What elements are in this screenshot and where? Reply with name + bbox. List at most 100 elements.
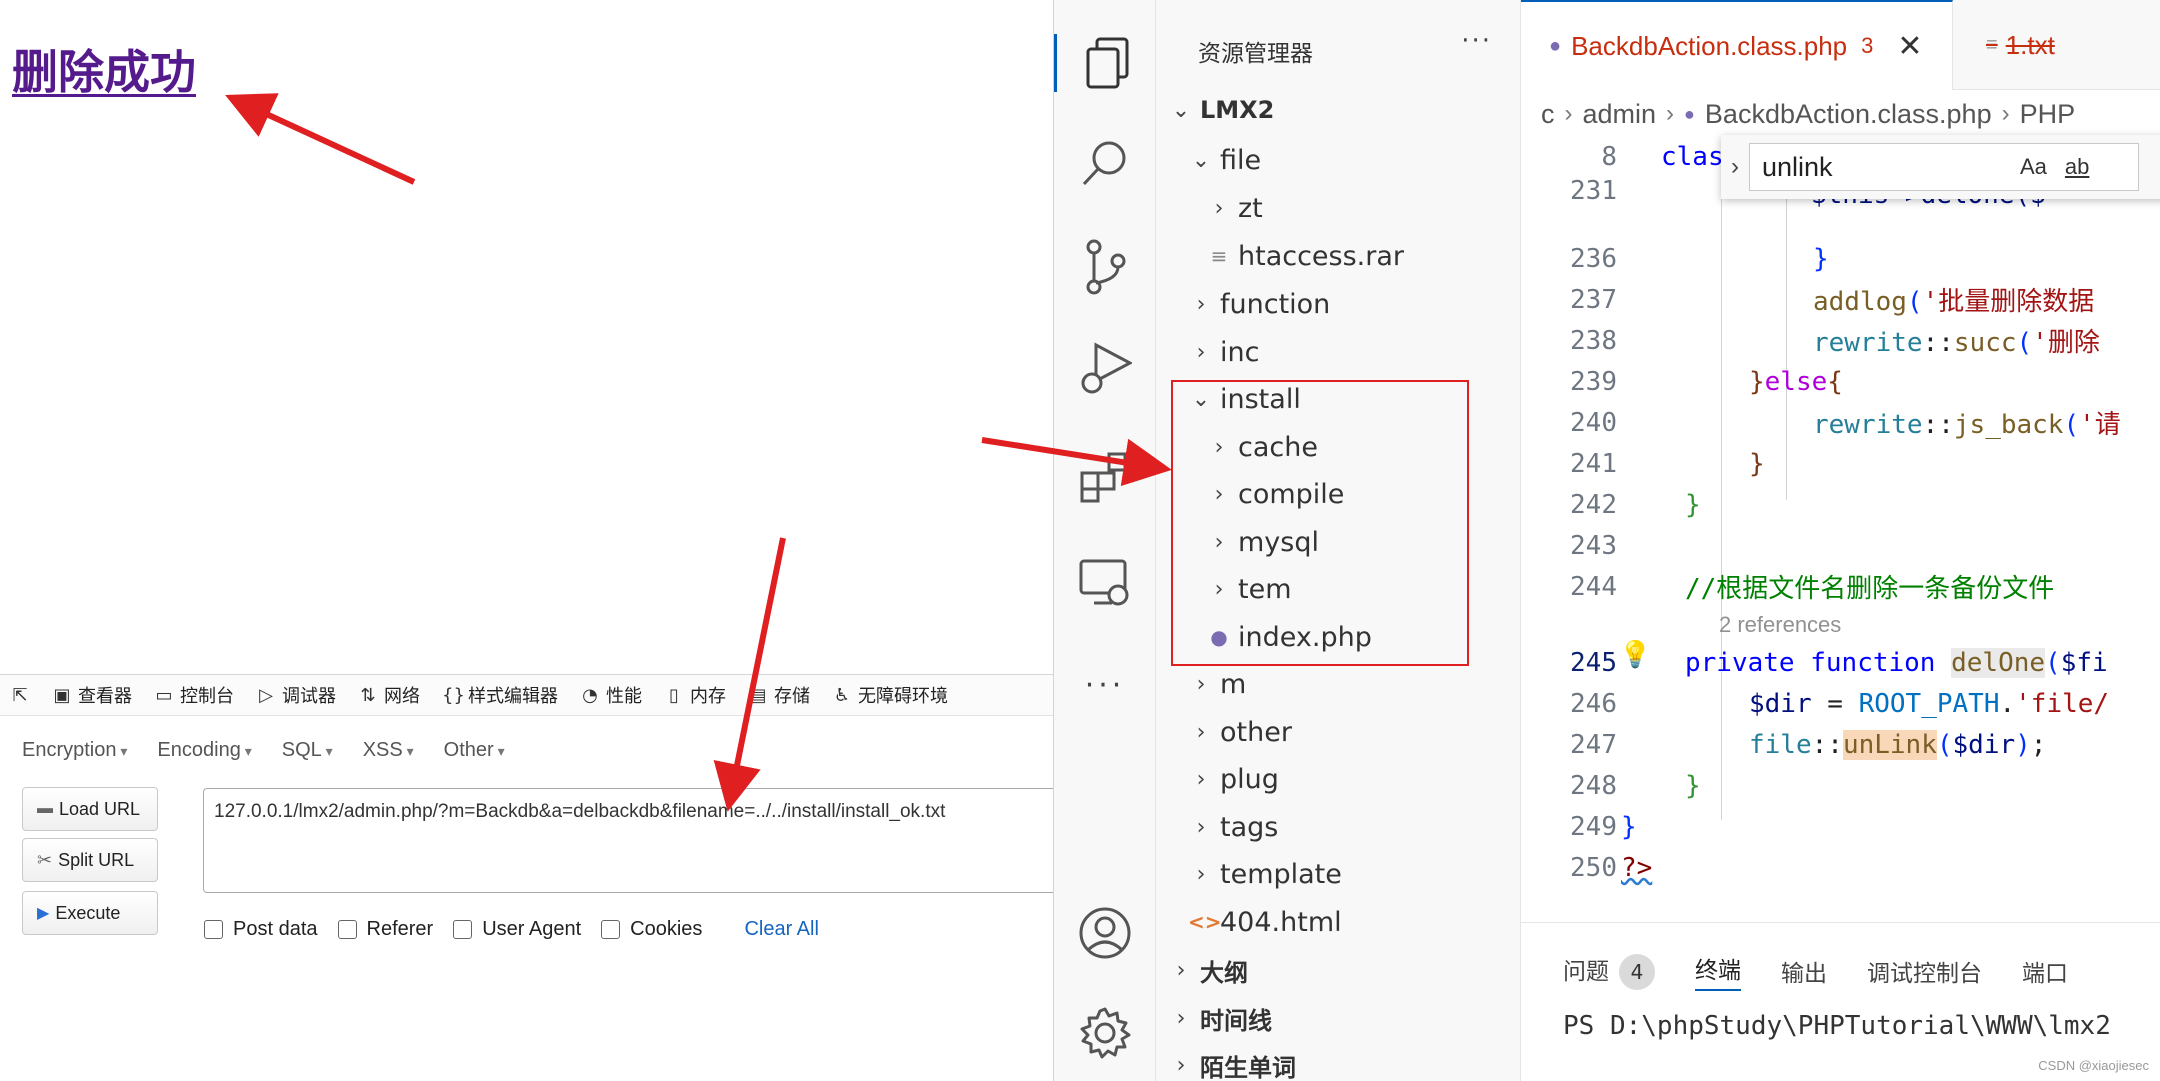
accessibility-icon: ♿	[833, 684, 851, 706]
code-token: private	[1685, 647, 1795, 678]
tab-performance[interactable]: ◔ 性能	[580, 682, 642, 708]
tab-inspector[interactable]: ▣ 查看器	[52, 682, 132, 708]
tab-debugger[interactable]: ▷ 调试器	[256, 682, 336, 708]
search-activity[interactable]	[1076, 134, 1134, 192]
find-input[interactable]: unlink Aa ab	[1749, 143, 2139, 191]
element-picker-button[interactable]: ⇱	[10, 685, 30, 706]
tab-memory[interactable]: ▯ 内存	[664, 682, 726, 708]
breadcrumb-item[interactable]: admin	[1583, 99, 1657, 130]
tree-folder-function[interactable]: › function	[1188, 282, 1331, 326]
breadcrumb-item[interactable]: PHP	[2020, 99, 2076, 130]
remote-explorer-activity[interactable]	[1076, 554, 1134, 612]
success-link[interactable]: 删除成功	[12, 36, 196, 102]
section-outline[interactable]: › 大纲	[1168, 948, 1248, 992]
codelens-references[interactable]: 2 references	[1719, 612, 1841, 638]
tab-problems[interactable]: 问题 4	[1563, 952, 1655, 990]
line-number: 245	[1570, 647, 1617, 678]
tab-debug-console[interactable]: 调试控制台	[1867, 954, 1982, 988]
code-line[interactable]: 249}	[1521, 806, 2160, 847]
tab-terminal[interactable]: 终端	[1695, 951, 1741, 991]
code-line[interactable]: 247 file::unLink($dir);	[1521, 724, 2160, 765]
code-token: unLink	[1842, 729, 1937, 760]
post-data-checkbox[interactable]: Post data	[204, 918, 318, 941]
code-line[interactable]: 250 ?>	[1521, 847, 2160, 888]
terminal-prompt[interactable]: PS D:\phpStudy\PHPTutorial\WWW\lmx2	[1563, 1011, 2111, 1041]
code-line[interactable]: 243	[1521, 525, 2160, 566]
chevron-right-icon: ›	[1176, 1005, 1186, 1031]
code-line[interactable]: 246 $dir = ROOT_PATH.'file/	[1521, 683, 2160, 724]
referer-checkbox[interactable]: Referer	[337, 918, 433, 941]
source-control-activity[interactable]	[1076, 238, 1134, 296]
code-line[interactable]: 242}	[1521, 484, 2160, 525]
split-url-button[interactable]: ✂ Split URL	[22, 838, 158, 882]
url-textarea[interactable]: 127.0.0.1/lmx2/admin.php/?m=Backdb&a=del…	[203, 788, 1063, 893]
menu-sql[interactable]: SQL	[282, 739, 333, 762]
code-line[interactable]: 241}	[1521, 443, 2160, 484]
tree-file-htaccess[interactable]: ≡ htaccess.rar	[1206, 234, 1404, 278]
accounts-activity[interactable]	[1076, 904, 1134, 962]
clear-all-link[interactable]: Clear All	[744, 918, 818, 941]
code-token: file	[1749, 729, 1812, 760]
line-number: 248	[1570, 770, 1617, 801]
chevron-right-icon[interactable]: ›	[1731, 153, 1739, 181]
section-words[interactable]: › 陌生单词	[1168, 1043, 1296, 1081]
user-agent-checkbox[interactable]: User Agent	[453, 918, 581, 941]
checkbox-label: Post data	[233, 918, 318, 940]
tab-backdb-action[interactable]: ● BackdbAction.class.php 3 ✕	[1521, 0, 1953, 90]
tab-console[interactable]: ▭ 控制台	[154, 682, 234, 708]
section-timeline[interactable]: › 时间线	[1168, 996, 1272, 1040]
code-line[interactable]: 244 //根据文件名删除一条备份文件	[1521, 566, 2160, 607]
tab-storage[interactable]: ▤ 存储	[748, 682, 810, 708]
code-token: ::	[1922, 410, 1954, 440]
more-activity[interactable]: ···	[1076, 656, 1134, 714]
annotation-highlight-box	[1171, 380, 1469, 666]
tab-output[interactable]: 输出	[1781, 954, 1827, 988]
code-line[interactable]: 239}else{	[1521, 361, 2160, 402]
tab-accessibility[interactable]: ♿ 无障碍环境	[832, 682, 948, 708]
tree-folder-template[interactable]: › template	[1188, 852, 1342, 896]
chevron-right-icon: ›	[1196, 339, 1206, 365]
close-icon[interactable]: ✕	[1897, 29, 1922, 64]
whole-word-toggle[interactable]: ab	[2065, 154, 2089, 180]
code-line[interactable]: 238 rewrite::succ('删除	[1521, 320, 2160, 361]
code-line[interactable]: 237 addlog('批量删除数据	[1521, 279, 2160, 320]
tree-folder-tags[interactable]: › tags	[1188, 805, 1279, 849]
tab-ports[interactable]: 端口	[2022, 954, 2068, 988]
run-debug-activity[interactable]	[1076, 340, 1134, 398]
line-number: 242	[1570, 489, 1617, 520]
extensions-activity[interactable]	[1076, 448, 1134, 506]
cookies-checkbox[interactable]: Cookies	[601, 918, 702, 941]
code-line[interactable]: 236}	[1521, 238, 2160, 279]
tree-label: function	[1220, 288, 1331, 320]
tree-folder-other[interactable]: › other	[1188, 710, 1292, 754]
tree-folder-plug[interactable]: › plug	[1188, 757, 1279, 801]
more-actions-icon[interactable]: ···	[1461, 26, 1492, 56]
tree-folder-inc[interactable]: › inc	[1188, 330, 1260, 374]
tree-folder-file[interactable]: ⌄ file	[1188, 138, 1261, 182]
checkbox-box	[337, 920, 357, 939]
breadcrumb-item[interactable]: BackdbAction.class.php	[1705, 99, 1992, 130]
manage-activity[interactable]	[1076, 1004, 1134, 1062]
tree-folder-zt[interactable]: › zt	[1206, 186, 1263, 230]
tab-network[interactable]: ⇅ 网络	[358, 682, 420, 708]
code-line[interactable]: 240 rewrite::js_back('请	[1521, 402, 2160, 443]
tab-1-txt[interactable]: ≡ 1.txt	[1986, 0, 2055, 90]
menu-other[interactable]: Other	[444, 739, 505, 762]
menu-encoding[interactable]: Encoding	[157, 739, 251, 762]
tab-style-editor[interactable]: {} 样式编辑器	[442, 682, 558, 708]
execute-button[interactable]: ▶ Execute	[22, 891, 158, 935]
explorer-activity[interactable]	[1054, 34, 1156, 92]
code-line[interactable]: 248}	[1521, 765, 2160, 806]
code-token: (	[2045, 647, 2061, 678]
tree-folder-m[interactable]: › m	[1188, 662, 1247, 706]
braces-icon: {}	[442, 684, 465, 706]
menu-xss[interactable]: XSS	[363, 739, 414, 762]
load-url-button[interactable]: ▬ Load URL	[22, 787, 158, 831]
match-case-toggle[interactable]: Aa	[2020, 154, 2047, 180]
tree-root[interactable]: ⌄ LMX2	[1168, 88, 1275, 132]
code-line[interactable]: 245 private function delOne($fi	[1521, 642, 2160, 683]
breadcrumb-item[interactable]: c	[1541, 99, 1555, 130]
menu-encryption[interactable]: Encryption	[22, 739, 127, 762]
tree-file-404[interactable]: <> 404.html	[1188, 900, 1342, 944]
line-number: 236	[1570, 243, 1617, 274]
